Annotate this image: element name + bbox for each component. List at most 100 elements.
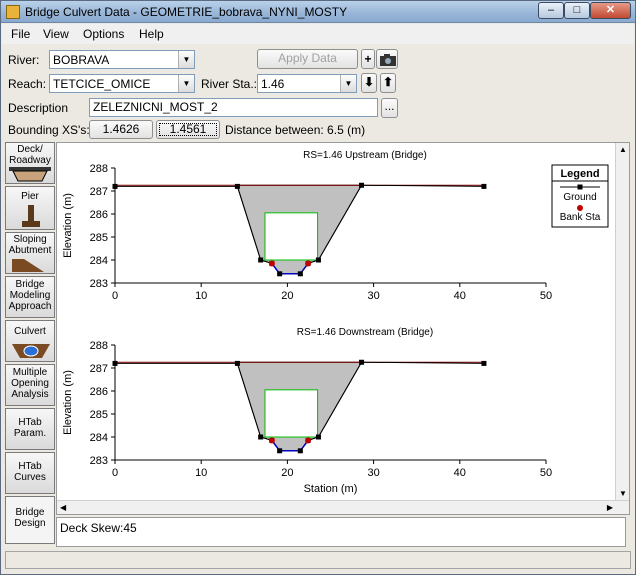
y-tick-label: 286	[90, 386, 108, 398]
menu-bar: File View Options Help	[2, 24, 634, 44]
pier-button[interactable]: Pier	[5, 186, 55, 230]
x-tick-label: 20	[281, 290, 293, 302]
y-tick-label: 283	[90, 455, 108, 467]
reach-select[interactable]: TETCICE_OMICE ▼	[49, 74, 195, 93]
cross-section-plots: RS=1.46 Upstream (Bridge) 283 284 285 286 287…	[62, 150, 609, 495]
river-value: BOBRAVA	[53, 53, 110, 67]
x-tick-label: 30	[367, 290, 379, 302]
scroll-left-icon[interactable]: ◀	[60, 503, 66, 512]
ground-point	[258, 434, 264, 440]
deck-roadway-button[interactable]: Deck/ Roadway	[5, 142, 55, 184]
x-tick-label: 0	[112, 290, 118, 302]
scroll-up-icon[interactable]: ▲	[619, 145, 627, 154]
pier-icon	[22, 205, 40, 227]
arrow-up-icon[interactable]: ⬆	[380, 73, 396, 93]
chart-title: RS=1.46 Upstream (Bridge)	[303, 150, 427, 161]
ground-point	[277, 271, 283, 277]
legend-ground-marker	[577, 184, 583, 190]
vertical-scrollbar[interactable]: ▲ ▼	[615, 143, 629, 500]
title-bar: Bridge Culvert Data - GEOMETRIE_bobrava_…	[1, 1, 635, 23]
x-tick-label: 10	[195, 290, 207, 302]
river-sta-value: 1.46	[261, 77, 285, 91]
reach-label: Reach:	[8, 77, 47, 91]
bounding-label: Bounding XS's:	[8, 123, 90, 137]
legend-bank-label: Bank Sta	[560, 212, 601, 223]
more-button[interactable]: ...	[381, 98, 398, 118]
y-tick-label: 284	[90, 255, 108, 267]
ground-point	[277, 448, 283, 454]
river-sta-select[interactable]: 1.46 ▼	[257, 74, 357, 93]
arrow-down-icon[interactable]: ⬇	[361, 73, 377, 93]
ground-point	[481, 183, 487, 189]
deck-roadway-label: Deck/ Roadway	[9, 144, 51, 166]
bridge-design-button[interactable]: Bridge Design	[5, 496, 55, 544]
y-tick-label: 287	[90, 363, 108, 375]
scroll-right-icon[interactable]: ▶	[607, 503, 613, 512]
deck-icon	[9, 167, 51, 182]
chevron-down-icon[interactable]: ▼	[178, 75, 194, 92]
maximize-button[interactable]: □	[564, 2, 590, 19]
ground-point	[258, 257, 264, 263]
bridge-modeling-approach-button[interactable]: Bridge Modeling Approach	[5, 276, 55, 318]
bridge-culvert-window: Bridge Culvert Data - GEOMETRIE_bobrava_…	[0, 0, 636, 575]
reach-value: TETCICE_OMICE	[53, 77, 151, 91]
legend-title: Legend	[560, 168, 599, 180]
chevron-down-icon[interactable]: ▼	[340, 75, 356, 92]
add-icon[interactable]: +	[361, 49, 375, 69]
description-field[interactable]: ZELEZNICNI_MOST_2	[89, 98, 378, 117]
sloping-abutment-button[interactable]: Sloping Abutment	[5, 232, 55, 274]
y-tick-label: 285	[90, 409, 108, 421]
bridge-opening	[264, 212, 319, 261]
minimize-button[interactable]: –	[538, 2, 564, 19]
menu-options[interactable]: Options	[83, 27, 124, 41]
culvert-button[interactable]: Culvert	[5, 320, 55, 362]
ground-point	[481, 360, 487, 366]
y-tick-label: 288	[90, 340, 108, 352]
y-tick-label: 285	[90, 232, 108, 244]
htab-curves-button[interactable]: HTab Curves	[5, 452, 55, 494]
horizontal-scrollbar[interactable]: ◀ ▶	[57, 500, 629, 514]
distance-text: Distance between: 6.5 (m)	[225, 123, 366, 137]
scroll-down-icon[interactable]: ▼	[619, 489, 627, 498]
ground-point	[359, 359, 365, 365]
y-tick-label: 286	[90, 209, 108, 221]
river-select[interactable]: BOBRAVA ▼	[49, 50, 195, 69]
ground-point	[297, 448, 303, 454]
htab-param-button[interactable]: HTab Param.	[5, 408, 55, 450]
y-tick-label: 288	[90, 163, 108, 175]
camera-icon[interactable]	[376, 49, 398, 69]
y-axis-label: Elevation (m)	[62, 193, 74, 258]
legend-ground-label: Ground	[563, 192, 596, 203]
chart-title: RS=1.46 Downstream (Bridge)	[297, 327, 433, 338]
ground-point	[234, 360, 240, 366]
x-tick-label: 10	[195, 467, 207, 479]
menu-help[interactable]: Help	[139, 27, 164, 41]
status-field: Deck Skew:45	[56, 517, 626, 547]
ground-point	[112, 360, 118, 366]
x-axis-label: Station (m)	[304, 483, 358, 495]
bridge-design-label: Bridge Design	[14, 507, 46, 529]
description-label: Description	[8, 101, 69, 115]
river-label: River:	[8, 53, 40, 67]
multiple-opening-analysis-button[interactable]: Multiple Opening Analysis	[5, 364, 55, 406]
app-icon	[6, 5, 20, 19]
x-tick-label: 40	[454, 467, 466, 479]
x-tick-label: 50	[540, 290, 552, 302]
close-button[interactable]: ✕	[590, 2, 631, 19]
multiple-opening-analysis-label: Multiple Opening Analysis	[11, 367, 49, 400]
bounding-downstream-button[interactable]: 1.4561	[156, 120, 220, 139]
apply-data-button[interactable]: Apply Data	[257, 49, 358, 69]
bridge-modeling-approach-label: Bridge Modeling Approach	[8, 279, 52, 312]
chevron-down-icon[interactable]: ▼	[178, 51, 194, 68]
legend-bank-marker	[577, 205, 583, 211]
river-sta-label: River Sta.:	[201, 77, 258, 91]
sloping-abutment-label: Sloping Abutment	[8, 234, 52, 256]
menu-file[interactable]: File	[11, 27, 30, 41]
window-title: Bridge Culvert Data - GEOMETRIE_bobrava_…	[25, 5, 348, 19]
y-tick-label: 283	[90, 278, 108, 290]
x-tick-label: 40	[454, 290, 466, 302]
bounding-upstream-button[interactable]: 1.4626	[89, 120, 153, 139]
menu-view[interactable]: View	[43, 27, 69, 41]
bank-station-point	[268, 260, 275, 267]
ground-point	[315, 257, 321, 263]
